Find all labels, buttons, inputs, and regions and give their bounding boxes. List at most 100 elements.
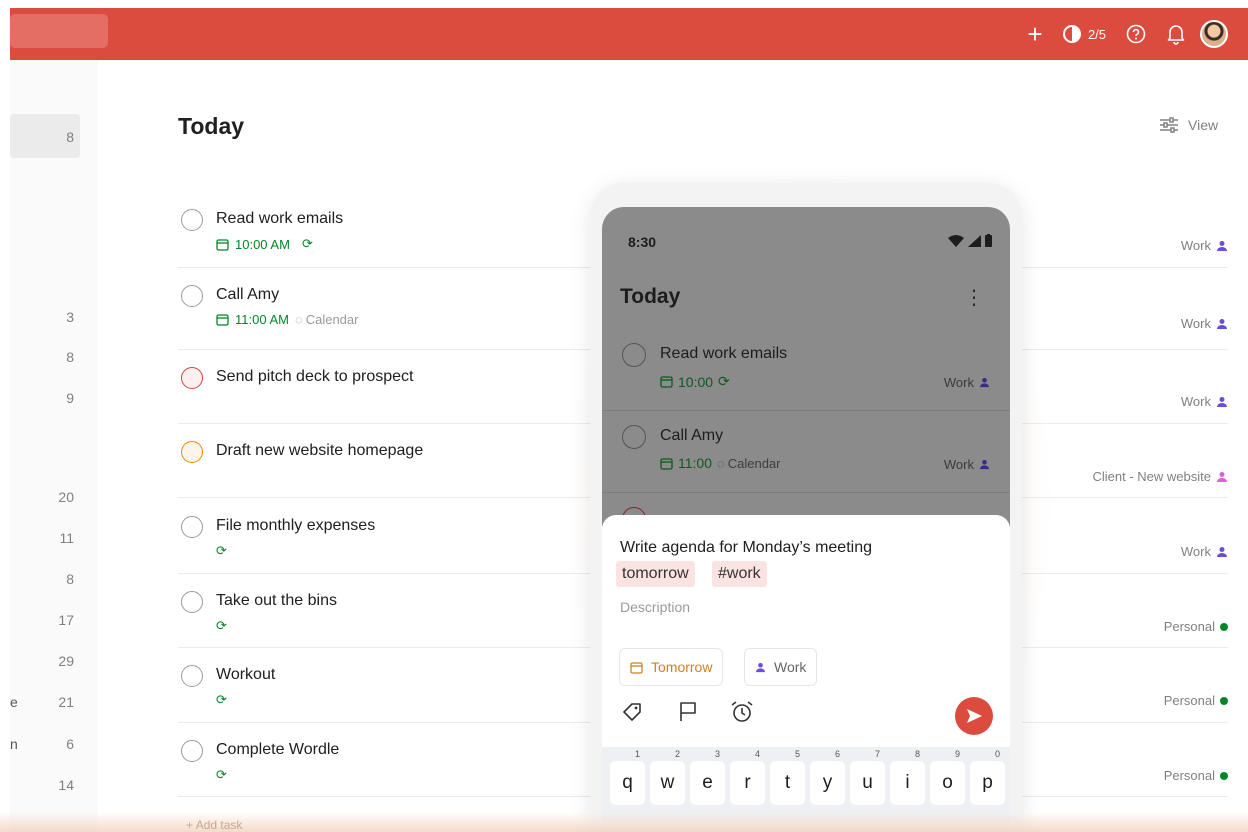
task-time: 10:00 AM — [235, 236, 290, 252]
alarm-icon[interactable] — [729, 699, 755, 725]
status-time: 8:30 — [628, 234, 657, 250]
task-label[interactable]: ◌ Calendar — [295, 312, 359, 327]
sidebar-label-fragment: n — [10, 736, 18, 752]
task-checkbox[interactable] — [181, 285, 203, 307]
task-title: Draft new website homepage — [216, 442, 424, 459]
project-color-dot — [1220, 771, 1228, 780]
sidebar-count: 17 — [58, 612, 74, 628]
phone-task-checkbox[interactable] — [622, 343, 646, 367]
project-name: Personal — [1163, 768, 1215, 783]
task-checkbox[interactable] — [181, 740, 203, 762]
recurring-icon: ⟳ — [301, 236, 313, 251]
task-project[interactable]: Work — [1181, 544, 1228, 559]
person-icon — [1217, 318, 1227, 329]
tag-chip[interactable]: #work — [712, 561, 767, 587]
quick-add-sheet: Write agenda for Monday’s meeting tomorr… — [602, 515, 1010, 832]
task-project[interactable]: Work — [1181, 316, 1228, 331]
key[interactable]: t5 — [770, 750, 805, 805]
calendar-icon — [216, 314, 229, 326]
recurring-icon: ⟳ — [718, 373, 730, 389]
key[interactable]: q1 — [610, 750, 645, 805]
task-project[interactable]: Work — [1181, 238, 1228, 253]
person-icon — [1217, 240, 1227, 251]
help-icon[interactable] — [1116, 8, 1156, 60]
sidebar-count: 8 — [66, 349, 74, 365]
status-icons — [948, 234, 992, 247]
phone-mockup: 8:30 Today ⋮ Read work emails 10:00 ⟳ Wo… — [590, 183, 1022, 832]
project-color-dot — [1220, 622, 1228, 631]
sidebar-count: 20 — [58, 489, 74, 505]
phone-task-due: 10:00 ⟳ — [660, 373, 730, 390]
key[interactable]: i8 — [890, 750, 925, 805]
tag-icon[interactable] — [619, 699, 645, 725]
phone-task-title: Read work emails — [660, 345, 788, 362]
task-checkbox[interactable] — [181, 591, 203, 613]
sidebar-count: 8 — [66, 129, 74, 145]
task-project[interactable]: Personal — [1164, 768, 1228, 783]
task-checkbox-priority-2[interactable] — [181, 441, 203, 463]
phone-task-row[interactable]: Call Amy 11:00 ◌ Calendar Work — [602, 411, 1010, 493]
top-bar-actions: + 2/5 — [1018, 8, 1232, 60]
person-icon — [1217, 396, 1227, 407]
project-name: Client - New website — [1092, 469, 1212, 484]
task-project[interactable]: Personal — [1164, 693, 1228, 708]
key[interactable]: o9 — [930, 750, 965, 805]
calendar-icon — [660, 376, 673, 388]
task-time: 11:00 AM — [235, 312, 289, 327]
project-name: Work — [943, 457, 974, 472]
calendar-icon — [660, 457, 673, 470]
quick-add-input[interactable]: Write agenda for Monday’s meeting — [620, 539, 872, 557]
sidebar-count: 3 — [66, 309, 74, 325]
task-checkbox[interactable] — [181, 209, 203, 231]
task-project[interactable]: Work — [1181, 394, 1228, 409]
view-button[interactable]: View — [1158, 116, 1218, 134]
bell-icon[interactable] — [1156, 8, 1196, 60]
due-date-button[interactable]: Tomorrow — [619, 648, 724, 686]
flag-icon[interactable] — [675, 699, 701, 725]
key[interactable]: y6 — [810, 750, 845, 805]
key[interactable]: e3 — [690, 750, 725, 805]
sidebar-label-fragment: e — [10, 694, 18, 710]
task-checkbox[interactable] — [181, 516, 203, 538]
page-title: Today — [178, 113, 245, 139]
phone-task-project: Work — [944, 375, 990, 390]
more-vertical-icon[interactable]: ⋮ — [964, 285, 984, 310]
phone-screen: 8:30 Today ⋮ Read work emails 10:00 ⟳ Wo… — [602, 207, 1010, 832]
date-chip[interactable]: tomorrow — [616, 561, 695, 587]
task-title: File monthly expenses — [216, 517, 376, 534]
sidebar-count: 6 — [66, 736, 74, 752]
avatar[interactable] — [1196, 8, 1232, 60]
label-name: Calendar — [305, 312, 359, 327]
productivity-button[interactable]: 2/5 — [1052, 8, 1116, 60]
key[interactable]: p0 — [970, 750, 1005, 805]
task-title: Send pitch deck to prospect — [216, 368, 414, 385]
key[interactable]: r4 — [730, 750, 765, 805]
send-button[interactable] — [955, 697, 993, 735]
phone-task-title: Call Amy — [660, 427, 724, 444]
search-input[interactable] — [10, 14, 108, 48]
signal-icon — [968, 234, 981, 247]
task-checkbox-priority-1[interactable] — [181, 367, 203, 389]
project-button[interactable]: Work — [744, 648, 818, 686]
key[interactable]: u7 — [850, 750, 885, 805]
description-input[interactable]: Description — [620, 599, 690, 615]
tag-icon: ◌ — [717, 455, 725, 471]
task-checkbox[interactable] — [181, 665, 203, 687]
phone-task-checkbox[interactable] — [622, 425, 646, 449]
key[interactable]: w2 — [650, 750, 685, 805]
add-task-button[interactable]: + Add task — [186, 818, 242, 832]
project-label: Work — [774, 659, 807, 675]
phone-task-row[interactable]: Read work emails 10:00 ⟳ Work — [602, 329, 1010, 411]
plus-icon[interactable]: + — [1018, 8, 1052, 60]
phone-task-time: 11:00 — [678, 455, 712, 471]
task-project[interactable]: Personal — [1164, 619, 1228, 634]
sidebar-count: 9 — [66, 390, 74, 406]
person-icon — [1217, 546, 1227, 557]
task-title: Workout — [216, 666, 276, 683]
due-date-label: Tomorrow — [651, 659, 713, 675]
calendar-icon — [630, 661, 643, 674]
project-name: Work — [1180, 316, 1211, 331]
phone-task-label: ◌ Calendar — [717, 456, 781, 471]
project-name: Work — [1180, 544, 1211, 559]
task-project[interactable]: Client - New website — [1093, 469, 1229, 484]
